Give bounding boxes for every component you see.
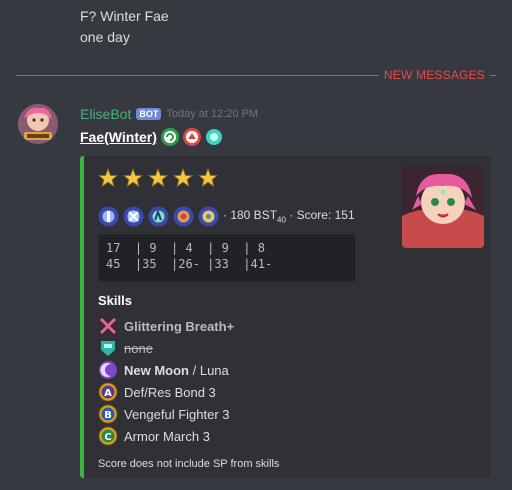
message-header: EliseBot BOT Today at 12:20 PM xyxy=(80,106,258,122)
username[interactable]: EliseBot xyxy=(80,106,131,122)
resistance-icon xyxy=(198,206,219,227)
special-skill-icon xyxy=(98,360,118,380)
b-skill-icon: B xyxy=(98,404,118,424)
skill-c: C Armor March 3 xyxy=(98,426,210,446)
star-icon xyxy=(148,168,168,188)
stats-line-base: 17 | 9 | 4 | 9 | 8 xyxy=(106,241,265,255)
star-icon xyxy=(173,168,193,188)
previous-message: F? Winter Fae one day xyxy=(80,6,169,48)
unit-embed: · 180 BST40 · Score: 151 17 | 9 | 4 | 9 … xyxy=(80,156,491,478)
rarity-stars xyxy=(98,168,218,188)
special-skill-name: New Moon xyxy=(124,362,189,378)
green-magic-icon xyxy=(160,128,179,146)
assist-skill-name: none xyxy=(124,340,153,356)
skill-b: B Vengeful Fighter 3 xyxy=(98,404,230,424)
star-icon xyxy=(98,168,118,188)
attack-icon xyxy=(123,206,144,227)
skill-a: A Def/Res Bond 3 xyxy=(98,382,216,402)
svg-text:B: B xyxy=(104,410,112,421)
a-skill-icon: A xyxy=(98,382,118,402)
stats-line-max: 45 |35 |26- |33 |41- xyxy=(106,257,273,271)
unit-thumbnail[interactable] xyxy=(402,166,484,248)
c-skill-name: Armor March 3 xyxy=(124,428,210,444)
weapon-skill-icon xyxy=(98,316,118,336)
weapon-skill-name: Glittering Breath+ xyxy=(124,318,235,334)
reaction-peek xyxy=(158,484,198,490)
skill-special: New Moon / Luna xyxy=(98,360,229,380)
special-skill-alt: Luna xyxy=(199,362,229,378)
new-messages-label: NEW MESSAGES xyxy=(378,68,490,82)
unit-title: Fae(Winter) xyxy=(80,129,157,145)
bot-tag: BOT xyxy=(136,108,162,120)
hp-icon xyxy=(98,206,119,227)
assist-skill-icon xyxy=(98,338,118,358)
star-icon xyxy=(198,168,218,188)
speed-icon xyxy=(148,206,169,227)
previous-message-line: F? Winter Fae xyxy=(80,8,169,24)
defense-icon xyxy=(173,206,194,227)
cyan-orb-icon xyxy=(205,128,223,146)
stats-code-block: 17 | 9 | 4 | 9 | 8 45 |35 |26- |33 |41- xyxy=(98,234,356,282)
star-icon xyxy=(123,168,143,188)
dragon-icon xyxy=(182,128,201,146)
svg-text:C: C xyxy=(104,432,111,443)
stats-row: · 180 BST40 · Score: 151 xyxy=(98,206,355,227)
skill-weapon: Glittering Breath+ xyxy=(98,316,234,336)
a-skill-name: Def/Res Bond 3 xyxy=(124,384,216,400)
timestamp[interactable]: Today at 12:20 PM xyxy=(166,108,258,120)
special-skill-text: New Moon / Luna xyxy=(124,362,229,378)
svg-text:A: A xyxy=(104,388,112,399)
avatar[interactable] xyxy=(18,104,58,144)
skill-assist: none xyxy=(98,338,153,358)
previous-message-line: one day xyxy=(80,29,130,45)
c-skill-icon: C xyxy=(98,426,118,446)
embed-footer: Score does not include SP from skills xyxy=(98,458,280,470)
bst-summary: · 180 BST40 · Score: 151 xyxy=(223,208,355,225)
message-title-row: Fae(Winter) xyxy=(80,128,223,146)
b-skill-name: Vengeful Fighter 3 xyxy=(124,406,230,422)
skills-title: Skills xyxy=(98,293,132,308)
